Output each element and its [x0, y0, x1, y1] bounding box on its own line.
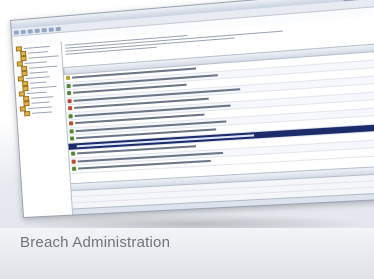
forward-icon[interactable]	[21, 29, 26, 33]
status-icon	[66, 76, 70, 80]
status-icon	[71, 152, 75, 156]
application-window-screenshot	[10, 0, 374, 218]
back-icon[interactable]	[14, 30, 19, 34]
status-icon	[69, 121, 73, 125]
status-icon	[70, 144, 74, 148]
window-body	[13, 15, 374, 217]
status-icon	[70, 137, 74, 141]
status-icon	[67, 91, 71, 95]
folder-icon	[24, 111, 30, 116]
print-icon[interactable]	[49, 27, 54, 31]
main-panel	[62, 15, 374, 214]
status-icon	[66, 84, 70, 88]
status-icon	[69, 129, 73, 133]
refresh-icon[interactable]	[28, 29, 33, 33]
status-icon	[68, 106, 72, 110]
settings-icon[interactable]	[56, 26, 61, 30]
status-icon	[71, 159, 75, 163]
promo-image: Breach Administration	[0, 0, 374, 279]
status-icon	[68, 114, 72, 118]
search-icon[interactable]	[42, 28, 47, 32]
status-icon	[72, 167, 76, 171]
home-icon[interactable]	[35, 28, 40, 32]
caption-text: Breach Administration	[20, 234, 170, 251]
status-icon	[67, 99, 71, 103]
